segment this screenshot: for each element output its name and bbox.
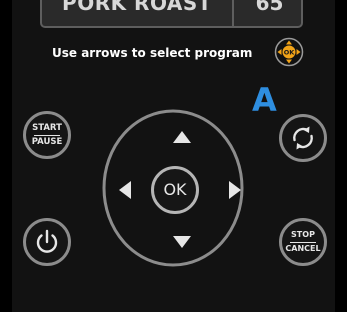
callout-label: A [252,81,277,119]
arrow-up-button[interactable] [172,130,192,144]
program-time: 65 [255,0,284,15]
ok-label: OK [163,180,187,199]
pause-label: PAUSE [31,137,63,147]
start-pause-divider [34,135,60,136]
cycle-icon [293,126,313,150]
arrow-right-button[interactable] [228,180,242,200]
arrow-right-icon [229,181,241,199]
arrow-up-icon [173,131,191,143]
program-display: PORK ROAST 65 [40,0,303,28]
mini-dpad-ok-label: OK [284,48,296,56]
start-pause-button[interactable]: START PAUSE [23,111,71,159]
cycle-button[interactable] [279,114,327,162]
arrow-left-icon [119,181,131,199]
stop-cancel-button[interactable]: STOP CANCEL [279,218,327,266]
screen-background: PORK ROAST 65 Use arrows to select progr… [0,0,347,312]
power-button[interactable] [23,218,71,266]
instruction-text: Use arrows to select program [52,46,253,60]
cancel-label: CANCEL [285,244,321,253]
program-name: PORK ROAST [62,0,212,15]
start-label: START [32,123,62,133]
ok-button[interactable]: OK [151,166,199,214]
stop-label: STOP [291,230,315,239]
arrow-down-button[interactable] [172,235,192,249]
stop-cancel-divider [290,242,316,243]
arrow-left-button[interactable] [118,180,132,200]
arrow-down-icon [173,236,191,248]
mini-dpad-icon: OK [274,37,304,67]
power-icon [36,229,58,253]
